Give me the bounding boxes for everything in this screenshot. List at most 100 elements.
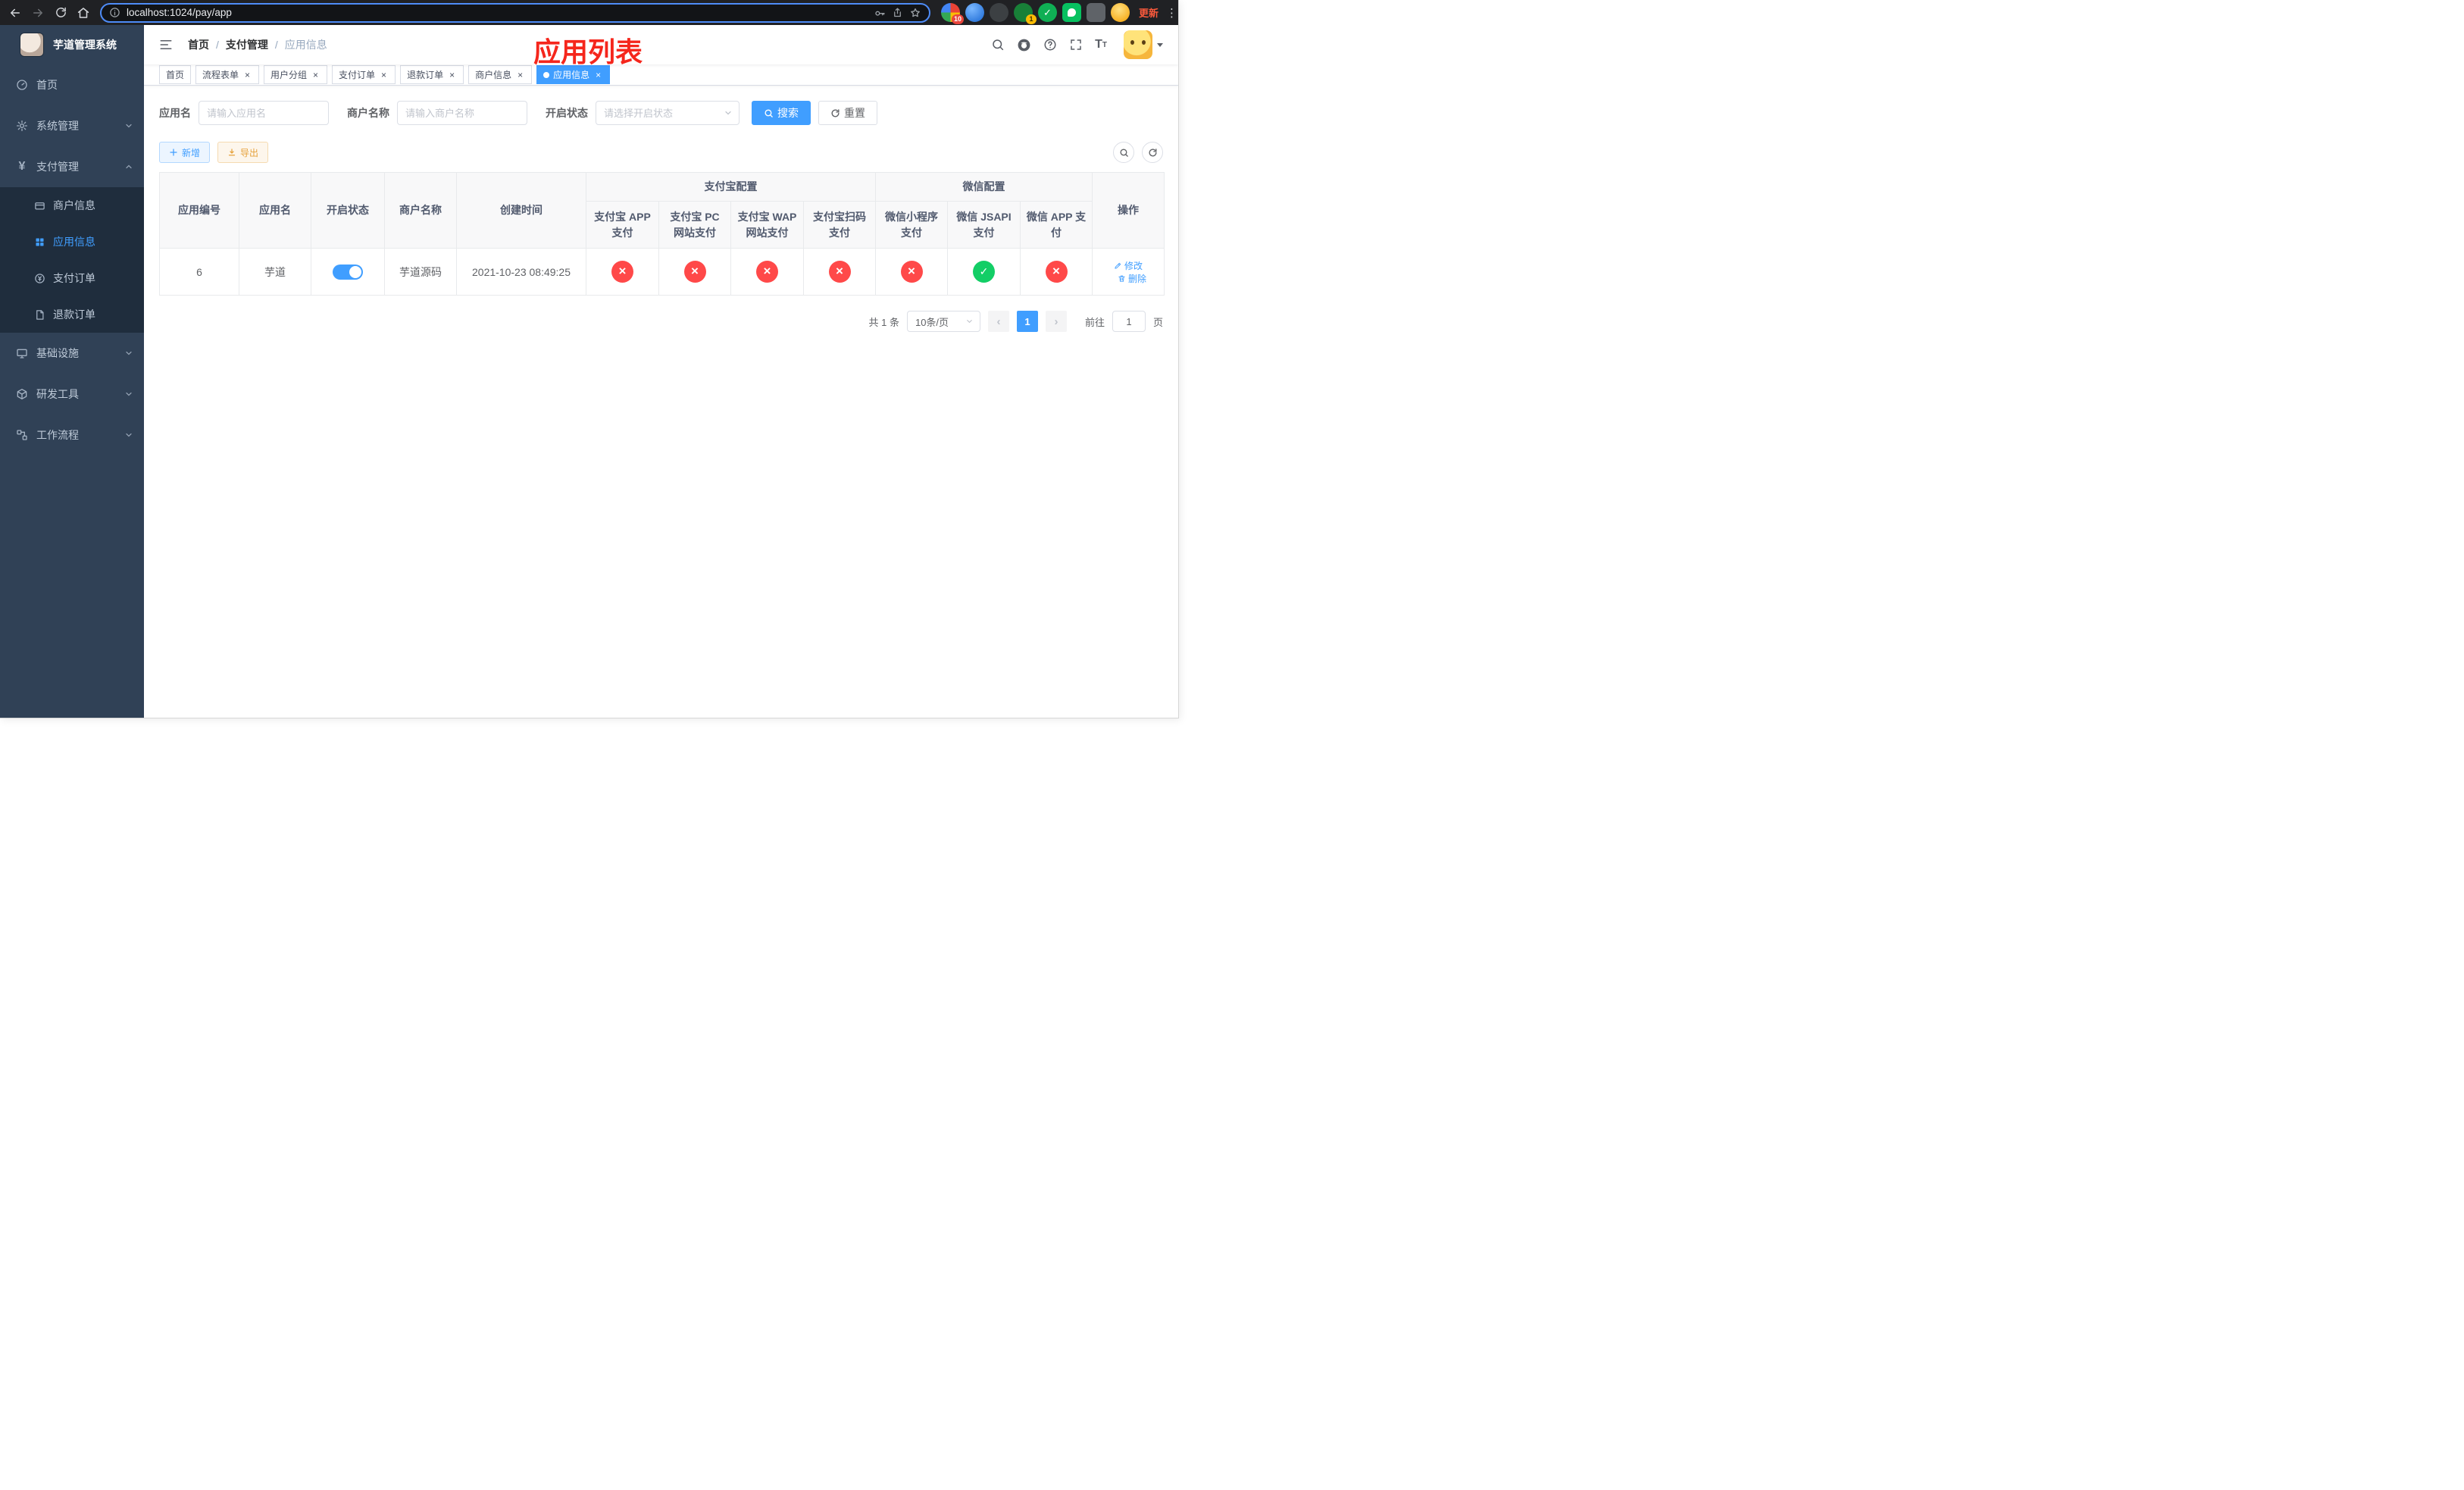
page-number-1[interactable]: 1: [1016, 311, 1038, 332]
tab-label: 用户分组: [270, 70, 308, 80]
sidebar-item-workflow[interactable]: 工作流程: [0, 415, 144, 455]
page-size-select[interactable]: [906, 311, 980, 332]
dashboard-icon: [15, 79, 29, 91]
caret-down-icon: [1157, 42, 1163, 47]
pagination: 共 1 条 1 前往 页: [159, 311, 1163, 332]
delete-link-label: 删除: [1127, 273, 1146, 284]
url-text: localhost:1024/pay/app: [127, 7, 232, 18]
status-toggle[interactable]: [333, 264, 363, 280]
extension-badge: 1: [1026, 14, 1037, 24]
close-tab-icon[interactable]: [447, 70, 457, 80]
close-tab-icon[interactable]: [379, 70, 389, 80]
col-header-actions: 操作: [1092, 172, 1165, 249]
page-size-value[interactable]: [906, 311, 980, 332]
breadcrumb-payment[interactable]: 支付管理: [226, 37, 268, 52]
search-button[interactable]: 搜索: [752, 101, 811, 125]
close-tab-icon[interactable]: [242, 70, 252, 80]
cell-wx-mini: [875, 248, 948, 296]
status-select-input[interactable]: [596, 101, 740, 125]
sidebar-item-payment[interactable]: ¥ 支付管理: [0, 146, 144, 187]
pay-order-icon: [33, 273, 45, 284]
tab-home[interactable]: 首页: [159, 65, 192, 84]
url-bar[interactable]: localhost:1024/pay/app: [100, 2, 930, 23]
tab-user-group[interactable]: 用户分组: [264, 65, 328, 84]
col-header-alipay-pc: 支付宝 PC 网站支付: [658, 201, 731, 249]
extension-icon-5[interactable]: ✓: [1038, 3, 1057, 22]
close-tab-icon[interactable]: [311, 70, 321, 80]
app-name-input[interactable]: [199, 101, 329, 125]
close-tab-icon[interactable]: [515, 70, 525, 80]
font-size-icon[interactable]: TT: [1095, 38, 1107, 52]
chevron-down-icon: [124, 390, 133, 399]
password-key-icon[interactable]: [874, 7, 886, 19]
sidebar-item-app-info[interactable]: 应用信息: [0, 224, 144, 260]
browser-forward-button[interactable]: [27, 2, 48, 23]
extension-icon-6[interactable]: [1062, 3, 1081, 22]
browser-update-button[interactable]: 更新: [1139, 5, 1159, 20]
sidebar-item-pay-orders[interactable]: 支付订单: [0, 260, 144, 296]
prev-page-button[interactable]: [987, 311, 1009, 332]
check-icon: ✓: [1043, 6, 1052, 18]
search-icon[interactable]: [991, 38, 1005, 52]
extension-icon-3[interactable]: [990, 3, 1008, 22]
sidebar-toggle-icon[interactable]: [155, 33, 177, 56]
merchant-name-input[interactable]: [397, 101, 527, 125]
user-avatar[interactable]: [1124, 30, 1152, 59]
delete-link[interactable]: 删除: [1118, 272, 1146, 285]
extension-icon-8[interactable]: [1111, 3, 1130, 22]
share-icon[interactable]: [892, 7, 903, 18]
sidebar-item-label: 应用信息: [53, 236, 95, 248]
tab-refund-orders[interactable]: 退款订单: [400, 65, 464, 84]
sidebar-item-home[interactable]: 首页: [0, 64, 144, 105]
tab-process-form[interactable]: 流程表单: [195, 65, 260, 84]
extension-icon-1[interactable]: 10: [941, 3, 964, 24]
site-info-icon[interactable]: [109, 7, 120, 18]
breadcrumb: 首页 / 支付管理 / 应用信息: [188, 37, 327, 52]
cell-alipay-qr: [803, 248, 876, 296]
yen-icon: ¥: [18, 160, 26, 173]
status-select[interactable]: [596, 101, 740, 125]
tab-label: 流程表单: [202, 70, 239, 80]
bookmark-star-icon[interactable]: [909, 7, 921, 19]
app-table: 应用编号 应用名 开启状态 商户名称 创建时间 支付宝配置 微信配置 操作 支付…: [159, 172, 1165, 296]
browser-back-button[interactable]: [5, 2, 26, 23]
extension-icon-7[interactable]: [1087, 3, 1105, 22]
monitor-icon: [15, 347, 29, 359]
browser-home-button[interactable]: [73, 2, 94, 23]
browser-window: localhost:1024/pay/app 10 1 ✓ 更新 ⋮ 芋道管理系…: [0, 0, 1179, 718]
goto-page-input[interactable]: [1112, 311, 1146, 332]
toggle-search-button[interactable]: [1113, 142, 1134, 163]
reset-button[interactable]: 重置: [818, 101, 877, 125]
refresh-table-button[interactable]: [1142, 142, 1163, 163]
status-cross-icon: [683, 261, 706, 283]
main-area: 首页 / 支付管理 / 应用信息 应用列表 T T 首页 流程表单 × 用户分组…: [144, 25, 1178, 718]
active-tab-dot: [543, 71, 550, 78]
extension-icon-2[interactable]: [965, 3, 984, 22]
workflow-icon: [15, 429, 29, 441]
sidebar-item-refund-orders[interactable]: 退款订单: [0, 296, 144, 333]
github-icon[interactable]: [1017, 38, 1031, 52]
edit-link[interactable]: 修改: [1114, 259, 1143, 272]
browser-menu-icon[interactable]: [1166, 6, 1177, 20]
close-tab-icon[interactable]: [593, 70, 603, 80]
tab-merchant-info[interactable]: 商户信息: [468, 65, 533, 84]
export-button[interactable]: 导出: [217, 142, 269, 163]
sidebar-item-merchant-info[interactable]: 商户信息: [0, 187, 144, 224]
tags-view: 首页 流程表单 用户分组 支付订单 退款订单: [144, 64, 1178, 86]
user-menu[interactable]: [1124, 30, 1163, 59]
filter-form: 应用名 商户名称 开启状态 搜索: [159, 101, 1163, 125]
browser-reload-button[interactable]: [50, 2, 71, 23]
breadcrumb-home[interactable]: 首页: [188, 37, 209, 52]
browser-toolbar: localhost:1024/pay/app 10 1 ✓ 更新 ⋮: [0, 0, 1178, 25]
add-button[interactable]: 新增: [159, 142, 211, 163]
extension-icon-4[interactable]: 1: [1014, 3, 1037, 24]
sidebar-item-system[interactable]: 系统管理: [0, 105, 144, 146]
fullscreen-icon[interactable]: [1069, 38, 1083, 52]
next-page-button[interactable]: [1045, 311, 1067, 332]
tab-app-info[interactable]: 应用信息: [536, 65, 611, 84]
status-cross-icon: [1045, 261, 1068, 283]
sidebar-item-dev-tools[interactable]: 研发工具: [0, 374, 144, 415]
tab-pay-orders[interactable]: 支付订单: [332, 65, 396, 84]
help-icon[interactable]: [1043, 38, 1057, 52]
sidebar-item-infrastructure[interactable]: 基础设施: [0, 333, 144, 374]
